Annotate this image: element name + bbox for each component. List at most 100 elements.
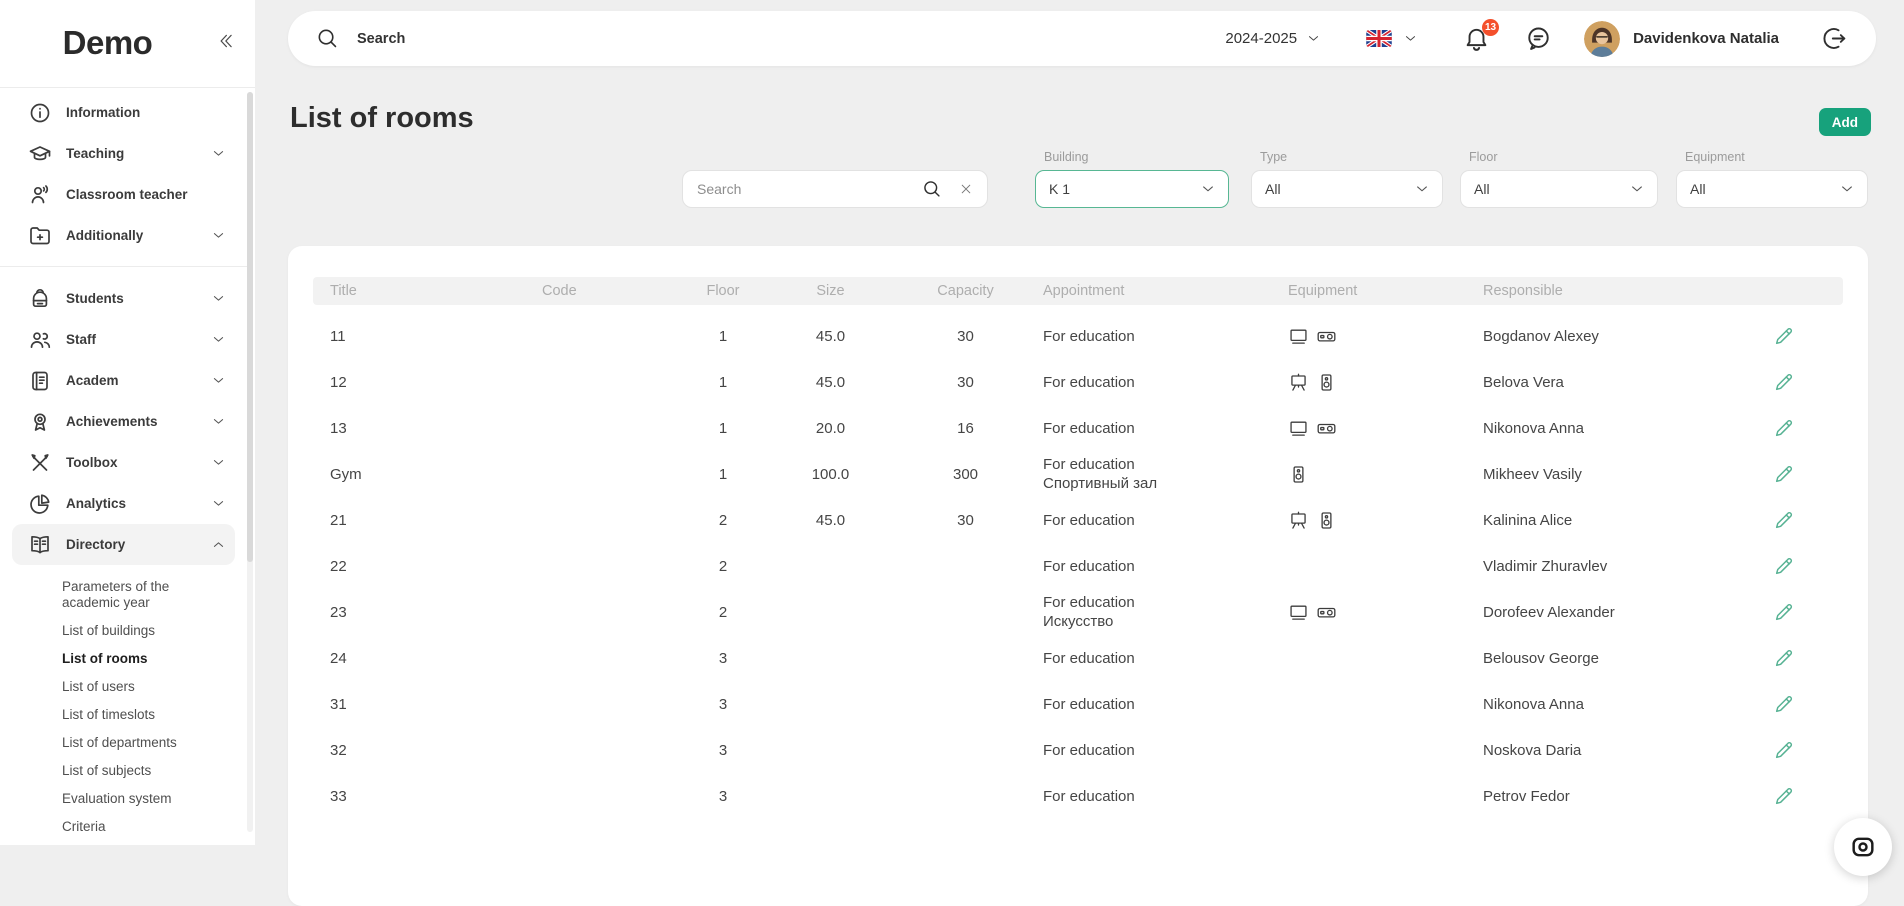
- sidebar-item-additionally[interactable]: Additionally: [0, 215, 247, 256]
- cell-appointment: For educationИскусство: [1043, 593, 1288, 631]
- sidebar-item-staff[interactable]: Staff: [0, 319, 247, 360]
- cell-actions: [1773, 693, 1843, 715]
- edit-button[interactable]: [1773, 509, 1843, 531]
- sidebar-subitem-list-of-departments[interactable]: List of departments: [0, 729, 240, 757]
- table-row: 243For educationBelousov George: [313, 635, 1843, 681]
- achievements-icon: [28, 410, 52, 434]
- edit-button[interactable]: [1773, 463, 1843, 485]
- filter-floor-wrap: FloorAll: [1460, 170, 1658, 208]
- rooms-search-input[interactable]: [682, 170, 988, 208]
- edit-button[interactable]: [1773, 693, 1843, 715]
- sidebar-item-label: Toolbox: [66, 455, 118, 470]
- logout-icon[interactable]: [1821, 25, 1848, 52]
- cell-appointment: For education: [1043, 373, 1288, 392]
- sidebar-subitem-evaluation-system[interactable]: Evaluation system: [0, 785, 240, 813]
- notifications-button[interactable]: 13: [1463, 25, 1491, 53]
- edit-button[interactable]: [1773, 371, 1843, 393]
- edit-button[interactable]: [1773, 647, 1843, 669]
- cell-responsible: Belova Vera: [1483, 374, 1773, 391]
- column-header-appointment: Appointment: [1043, 283, 1288, 299]
- edit-button[interactable]: [1773, 601, 1843, 623]
- filter-equipment-select[interactable]: All: [1676, 170, 1868, 208]
- academic-year-selector[interactable]: 2024-2025: [1225, 30, 1320, 47]
- sidebar-item-toolbox[interactable]: Toolbox: [0, 442, 247, 483]
- chevron-down-icon: [212, 415, 225, 428]
- cell-equipment: [1288, 602, 1483, 623]
- sidebar-item-analytics[interactable]: Analytics: [0, 483, 247, 524]
- cell-floor: 1: [673, 420, 773, 437]
- chevron-down-icon: [1630, 182, 1644, 196]
- filter-building-select[interactable]: K 1: [1035, 170, 1229, 208]
- search-icon[interactable]: [316, 27, 339, 50]
- table-row: 222For educationVladimir Zhuravlev: [313, 543, 1843, 589]
- notification-badge: 13: [1482, 19, 1499, 36]
- sidebar-collapse-icon[interactable]: [217, 32, 239, 54]
- sidebar-subitem-list-of-rooms[interactable]: List of rooms: [0, 645, 240, 673]
- sidebar-subitem-list-of-subjects[interactable]: List of subjects: [0, 757, 240, 785]
- staff-icon: [28, 328, 52, 352]
- search-icon[interactable]: [922, 179, 942, 199]
- clear-search-icon[interactable]: [959, 182, 973, 196]
- sidebar-item-students[interactable]: Students: [0, 278, 247, 319]
- edit-button[interactable]: [1773, 739, 1843, 761]
- projector-icon: [1316, 326, 1337, 347]
- toolbox-icon: [28, 451, 52, 475]
- directory-sublist: Parameters of the academic yearList of b…: [0, 565, 247, 841]
- table-row: 21245.030For educationKalinina Alice: [313, 497, 1843, 543]
- edit-button[interactable]: [1773, 417, 1843, 439]
- user-menu[interactable]: Davidenkova Natalia: [1584, 21, 1779, 57]
- sidebar-scrollbar-thumb[interactable]: [247, 92, 253, 562]
- sidebar-item-label: Students: [66, 291, 124, 306]
- additionally-icon: [28, 224, 52, 248]
- sidebar-item-label: Additionally: [66, 228, 143, 243]
- screenshot-float-button[interactable]: [1834, 818, 1892, 876]
- cell-floor: 3: [673, 696, 773, 713]
- filter-floor-select[interactable]: All: [1460, 170, 1658, 208]
- cell-responsible: Mikheev Vasily: [1483, 466, 1773, 483]
- cell-title: 24: [313, 650, 528, 667]
- edit-button[interactable]: [1773, 325, 1843, 347]
- sidebar-item-academ[interactable]: Academ: [0, 360, 247, 401]
- messages-icon[interactable]: [1525, 25, 1552, 52]
- sidebar-item-label: Directory: [66, 537, 125, 552]
- chevron-down-icon: [212, 147, 225, 160]
- sidebar-subitem-parameters-of-the-academic-year[interactable]: Parameters of the academic year: [0, 573, 240, 617]
- sidebar-subitem-criteria[interactable]: Criteria: [0, 813, 240, 841]
- cell-appointment: For education: [1043, 649, 1288, 668]
- cell-actions: [1773, 509, 1843, 531]
- cell-responsible: Belousov George: [1483, 650, 1773, 667]
- sidebar-item-directory[interactable]: Directory: [12, 524, 235, 565]
- filter-type-select[interactable]: All: [1251, 170, 1443, 208]
- sidebar-subitem-list-of-users[interactable]: List of users: [0, 673, 240, 701]
- topbar-search-label[interactable]: Search: [357, 31, 405, 47]
- cell-responsible: Nikonova Anna: [1483, 696, 1773, 713]
- sidebar-item-classroom-teacher[interactable]: Classroom teacher: [0, 174, 247, 215]
- cell-appointment: For education: [1043, 419, 1288, 438]
- speaker-icon: [1316, 372, 1337, 393]
- add-button[interactable]: Add: [1819, 108, 1871, 136]
- column-header-floor: Floor: [673, 283, 773, 299]
- cell-appointment: For education: [1043, 741, 1288, 760]
- sidebar-subitem-list-of-buildings[interactable]: List of buildings: [0, 617, 240, 645]
- table-row: 13120.016For educationNikonova Anna: [313, 405, 1843, 451]
- table-row: 11145.030For educationBogdanov Alexey: [313, 313, 1843, 359]
- select-value: K 1: [1049, 181, 1070, 197]
- sidebar-item-information[interactable]: Information: [0, 92, 247, 133]
- sidebar-item-teaching[interactable]: Teaching: [0, 133, 247, 174]
- speaker-icon: [1288, 464, 1309, 485]
- edit-button[interactable]: [1773, 555, 1843, 577]
- sidebar-item-achievements[interactable]: Achievements: [0, 401, 247, 442]
- language-selector[interactable]: [1366, 30, 1417, 47]
- edit-button[interactable]: [1773, 785, 1843, 807]
- sidebar-item-label: Staff: [66, 332, 96, 347]
- cell-appointment: For education: [1043, 327, 1288, 346]
- cell-actions: [1773, 417, 1843, 439]
- sidebar-subitem-list-of-timeslots[interactable]: List of timeslots: [0, 701, 240, 729]
- cell-appointment: For education: [1043, 511, 1288, 530]
- cell-floor: 3: [673, 788, 773, 805]
- column-header-code: Code: [528, 283, 673, 299]
- filters-bar: BuildingK 1TypeAllFloorAllEquipmentAll: [682, 170, 1868, 208]
- cell-floor: 1: [673, 466, 773, 483]
- filter-label: Floor: [1469, 150, 1497, 164]
- column-header-capacity: Capacity: [888, 283, 1043, 299]
